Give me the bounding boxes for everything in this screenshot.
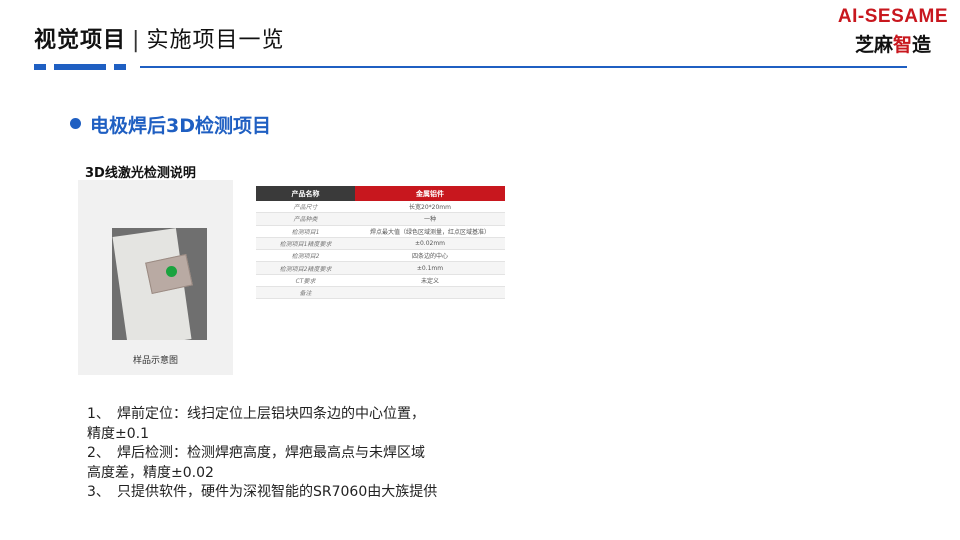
spec-value: ±0.1mm <box>355 261 505 275</box>
spec-value: 长宽20*20mm <box>355 201 505 214</box>
photo-green-region <box>166 266 177 277</box>
logo-line2: 芝麻智造 <box>838 30 948 57</box>
sample-photo <box>112 228 207 340</box>
decor-dash-1 <box>34 64 46 70</box>
spec-label: 检测项目1精度要求 <box>256 237 355 251</box>
spec-label: 产品种类 <box>256 212 355 226</box>
spec-label: 检测项目2 <box>256 249 355 263</box>
spec-label: CT要求 <box>256 274 355 288</box>
section-title: 电极焊后3D检测项目 <box>90 115 271 137</box>
photo-caption: 样品示意图 <box>132 356 178 366</box>
spec-label: 检测项目1 <box>256 225 355 238</box>
list-item: 1、 焊前定位：线扫定位上层铝块四条边的中心位置， <box>87 405 437 425</box>
logo-part-c: 造 <box>911 34 931 56</box>
note-text: 焊前定位：线扫定位上层铝块四条边的中心位置， <box>117 406 425 422</box>
spec-value: 一种 <box>355 212 505 226</box>
spec-value: 焊点最大值（绿色区域测量，红点区域基准） <box>355 225 505 238</box>
title-main: 视觉项目 <box>34 28 127 53</box>
logo-part-b: 智 <box>892 34 912 56</box>
table-row: CT要求 未定义 <box>256 274 505 288</box>
table-row: 检测项目2精度要求 ±0.1mm <box>256 261 505 275</box>
note-text: 只提供软件，硬件为深视智能的SR7060由大族提供 <box>117 484 438 500</box>
spec-header-col2: 金属铝件 <box>355 186 505 201</box>
spec-header-col1: 产品名称 <box>256 186 355 201</box>
table-row: 产品尺寸 长宽20*20mm <box>256 201 505 214</box>
list-item: 2、 焊后检测：检测焊疤高度，焊疤最高点与未焊区域 <box>87 444 437 464</box>
spec-value: 四条边的中心 <box>355 249 505 263</box>
brand-logo: AI-SESAME 芝麻智造 <box>838 6 948 57</box>
spec-header-row: 产品名称 金属铝件 <box>256 186 505 201</box>
note-text: 焊后检测：检测焊疤高度，焊疤最高点与未焊区域 <box>117 445 425 461</box>
page-title: 视觉项目 | 实施项目一览 <box>34 22 284 54</box>
logo-line1: AI-SESAME <box>837 6 948 27</box>
note-continuation: 高度差，精度±0.02 <box>87 464 214 481</box>
table-row: 检测项目1精度要求 ±0.02mm <box>256 237 505 251</box>
note-number: 1、 <box>87 406 110 422</box>
table-row: 备注 <box>256 286 505 300</box>
title-sub: 实施项目一览 <box>146 28 285 53</box>
list-item: 3、 只提供软件，硬件为深视智能的SR7060由大族提供 <box>87 483 437 503</box>
spec-value: 未定义 <box>355 274 505 288</box>
card-caption: 3D线激光检测说明 <box>85 166 196 181</box>
note-number: 2、 <box>87 445 110 461</box>
decor-dash-3 <box>114 64 126 70</box>
note-number: 3、 <box>87 484 110 500</box>
table-row: 检测项目2 四条边的中心 <box>256 249 505 263</box>
note-continuation: 精度±0.1 <box>87 425 149 442</box>
decor-dash-2 <box>54 64 106 70</box>
spec-label: 产品尺寸 <box>256 201 355 214</box>
section-bullet-icon <box>70 118 81 129</box>
spec-value: ±0.02mm <box>355 237 505 251</box>
header-rule <box>140 66 907 68</box>
table-row: 检测项目1 焊点最大值（绿色区域测量，红点区域基准） <box>256 225 505 238</box>
title-separator: | <box>132 28 141 53</box>
notes-list: 1、 焊前定位：线扫定位上层铝块四条边的中心位置， 精度±0.1 2、 焊后检测：检… <box>87 405 437 503</box>
spec-label: 检测项目2精度要求 <box>256 261 355 275</box>
table-row: 产品种类 一种 <box>256 212 505 226</box>
spec-table: 产品名称 金属铝件 产品尺寸 长宽20*20mm 产品种类 一种 检测项目1 焊点最大… <box>256 186 505 300</box>
logo-part-a: 芝麻 <box>854 34 893 56</box>
spec-value <box>355 286 505 300</box>
spec-label: 备注 <box>256 286 355 300</box>
